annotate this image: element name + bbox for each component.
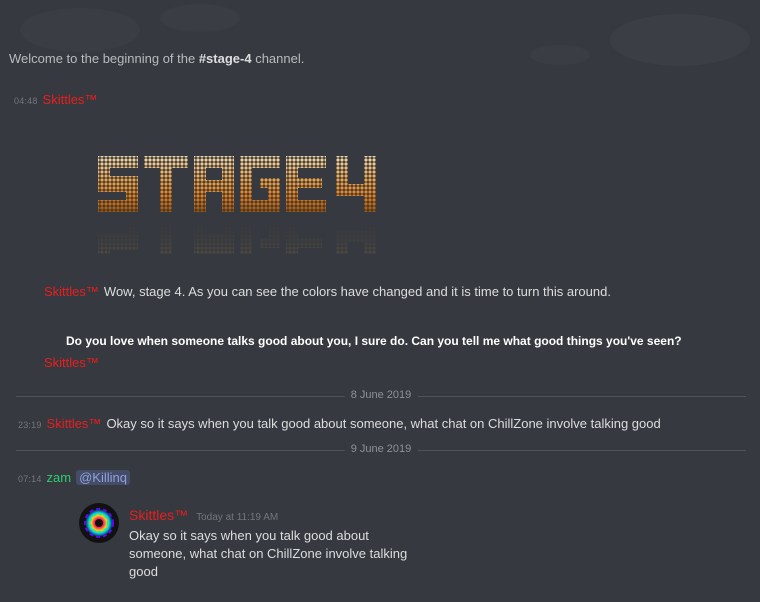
message-header: 04:48 Skittles™ <box>14 92 97 107</box>
chat-page: Welcome to the beginning of the #stage-4… <box>0 0 760 602</box>
message: Skittles™ Wow, stage 4. As you can see t… <box>44 284 611 299</box>
username[interactable]: zam <box>47 470 72 485</box>
message-text: Wow, stage 4. As you can see the colors … <box>103 284 611 299</box>
channel-header-decoration <box>20 4 750 66</box>
username[interactable]: Skittles™ <box>47 416 102 431</box>
date-divider: 8 June 2019 <box>16 389 746 402</box>
quote-header: Skittles™ Today at 11:19 AM <box>129 507 278 523</box>
channel-name[interactable]: #stage-4 <box>199 51 252 66</box>
timestamp: 04:48 <box>14 96 38 106</box>
avatar[interactable] <box>79 503 119 543</box>
message: 07:14 zam @Killinq <box>18 470 130 485</box>
username[interactable]: Skittles™ <box>43 92 98 107</box>
channel-welcome: Welcome to the beginning of the #stage-4… <box>9 51 304 66</box>
username[interactable]: Skittles™ <box>44 355 99 370</box>
date-divider: 9 June 2019 <box>16 443 746 456</box>
username[interactable]: Skittles™ <box>44 284 99 299</box>
timestamp: 07:14 <box>18 474 42 484</box>
welcome-suffix: channel. <box>251 51 305 66</box>
divider-date: 8 June 2019 <box>344 389 418 401</box>
stage-4-image[interactable] <box>96 154 378 254</box>
user-mention[interactable]: @Killinq <box>76 470 130 485</box>
message-bold-text: Do you love when someone talks good abou… <box>66 334 682 348</box>
message-signature: Skittles™ <box>44 355 99 370</box>
message-text: Okay so it says when you talk good about… <box>106 416 661 431</box>
divider-date: 9 June 2019 <box>344 443 418 455</box>
welcome-prefix: Welcome to the beginning of the <box>9 51 199 66</box>
quote-username[interactable]: Skittles™ <box>129 507 188 523</box>
quote-text: Okay so it says when you talk good about… <box>129 528 408 579</box>
timestamp: 23:19 <box>18 420 42 430</box>
quote-timestamp: Today at 11:19 AM <box>196 512 279 523</box>
message: 23:19 Skittles™ Okay so it says when you… <box>18 416 661 431</box>
spiral-avatar-icon <box>84 508 114 538</box>
